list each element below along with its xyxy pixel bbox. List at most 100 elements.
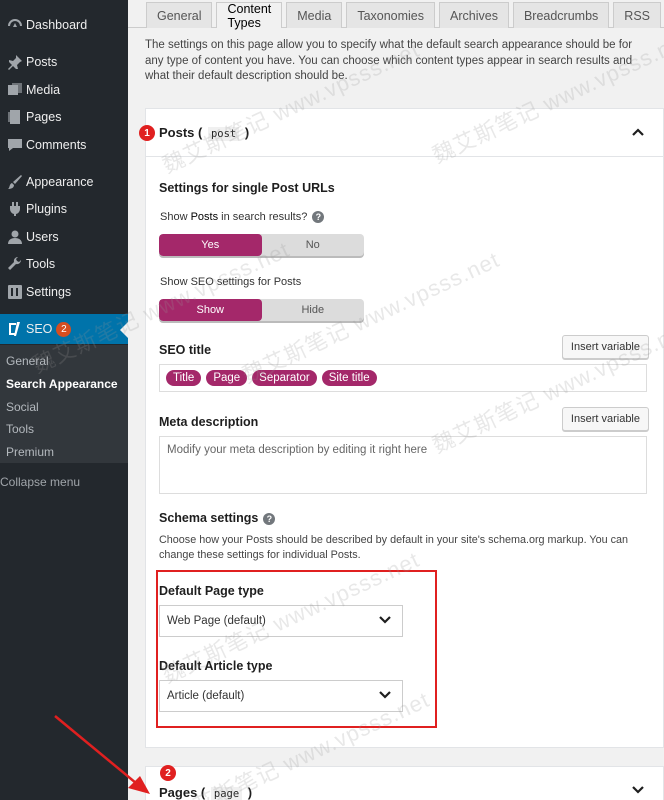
wrench-icon <box>0 256 26 272</box>
label-part: in search results? <box>218 211 308 223</box>
chevron-up-icon[interactable] <box>631 125 645 142</box>
intro-text: The settings on this page allow you to s… <box>145 39 633 82</box>
schema-settings-heading: Schema settings? <box>159 511 276 525</box>
show-in-results-toggle[interactable]: Yes No <box>159 234 364 256</box>
posts-panel-title: Posts ( post ) <box>159 125 250 141</box>
comment-icon <box>0 137 26 153</box>
pages-panel-title: Pages ( page ) <box>159 785 253 800</box>
post-type-slug: page <box>210 787 243 800</box>
tab-archives[interactable]: Archives <box>439 2 509 28</box>
submenu-tools[interactable]: Tools <box>6 422 34 436</box>
show-seo-settings-toggle[interactable]: Show Hide <box>159 299 364 321</box>
menu-label: Pages <box>26 110 62 124</box>
tab-taxonomies[interactable]: Taxonomies <box>346 2 436 28</box>
notification-badge: 2 <box>56 321 72 337</box>
posts-panel-header[interactable]: 1 Posts ( post ) <box>139 109 663 157</box>
annotation-marker-2: 2 <box>160 765 176 781</box>
schema-settings-label: Schema settings <box>159 511 259 525</box>
brush-icon <box>0 174 26 190</box>
annotation-marker-1: 1 <box>139 125 155 141</box>
menu-label: Settings <box>26 285 72 299</box>
select-value: Article (default) <box>167 690 245 702</box>
select-value: Web Page (default) <box>167 615 266 627</box>
tab-content-types[interactable]: Content Types <box>216 2 283 30</box>
menu-label: Comments <box>26 138 87 152</box>
collapse-menu-button[interactable]: Collapse menu <box>0 470 128 502</box>
tab-bar: General Content Types Media Taxonomies A… <box>146 2 664 30</box>
default-page-type-label: Default Page type <box>159 584 264 598</box>
menu-dashboard[interactable]: Dashboard <box>0 11 128 39</box>
seo-title-label: SEO title <box>159 343 212 357</box>
default-article-type-label: Default Article type <box>159 659 273 673</box>
tab-general[interactable]: General <box>146 2 213 28</box>
menu-tools[interactable]: Tools <box>0 250 128 278</box>
chevron-down-icon <box>378 613 392 630</box>
menu-pages[interactable]: Pages <box>0 103 128 131</box>
menu-posts[interactable]: Posts <box>0 48 128 76</box>
tab-breadcrumbs[interactable]: Breadcrumbs <box>512 2 610 28</box>
variable-pill[interactable]: Site title <box>321 370 377 386</box>
tab-media[interactable]: Media <box>286 2 343 28</box>
current-menu-arrow <box>120 322 128 338</box>
chevron-down-icon[interactable] <box>631 783 645 800</box>
menu-label: Dashboard <box>26 18 88 32</box>
insert-variable-button[interactable]: Insert variable <box>561 335 649 359</box>
menu-plugins[interactable]: Plugins <box>0 195 128 223</box>
tab-rss[interactable]: RSS <box>613 2 661 28</box>
posts-panel: 1 Posts ( post ) Settings for single Pos… <box>139 108 664 748</box>
menu-label: Posts <box>26 55 58 69</box>
submenu-general[interactable]: General <box>6 354 49 368</box>
main-content: General Content Types Media Taxonomies A… <box>128 0 664 800</box>
help-icon[interactable]: ? <box>263 512 276 525</box>
page-icon <box>0 109 26 125</box>
toggle-no[interactable]: No <box>262 234 365 256</box>
menu-label: Media <box>26 83 61 97</box>
collapse-label: Collapse menu <box>0 475 81 489</box>
post-type-slug: post <box>207 127 240 141</box>
schema-description: Choose how your Posts should be describe… <box>159 534 628 561</box>
submenu-search-appearance[interactable]: Search Appearance <box>6 377 118 391</box>
submenu-premium[interactable]: Premium <box>6 445 54 459</box>
yoast-icon <box>0 321 26 337</box>
menu-appearance[interactable]: Appearance <box>0 168 128 196</box>
meta-description-input[interactable]: Modify your meta description by editing … <box>159 436 647 494</box>
default-article-type-select[interactable]: Article (default) <box>159 680 403 712</box>
pin-icon <box>0 54 26 70</box>
plugin-icon <box>0 201 26 217</box>
panel-title-text: Posts <box>159 125 195 140</box>
menu-label: Appearance <box>26 175 94 189</box>
menu-users[interactable]: Users <box>0 223 128 251</box>
settings-icon <box>0 284 26 300</box>
toggle-hide[interactable]: Hide <box>262 299 365 321</box>
default-page-type-select[interactable]: Web Page (default) <box>159 605 403 637</box>
seo-submenu: General Search Appearance Social Tools P… <box>0 345 128 463</box>
menu-settings[interactable]: Settings <box>0 278 128 306</box>
submenu-social[interactable]: Social <box>6 400 39 414</box>
toggle-yes[interactable]: Yes <box>159 234 262 256</box>
menu-media[interactable]: Media <box>0 76 128 104</box>
dashboard-icon <box>0 17 26 33</box>
label-part: Posts <box>190 211 219 223</box>
pages-panel-header[interactable]: 2 Pages ( page ) <box>145 765 664 800</box>
panel-title-text: Pages <box>159 785 198 800</box>
insert-variable-button[interactable]: Insert variable <box>561 407 649 431</box>
media-icon <box>0 82 26 98</box>
toggle-show[interactable]: Show <box>159 299 262 321</box>
help-icon[interactable]: ? <box>312 211 325 224</box>
variable-pill[interactable]: Title <box>166 370 202 386</box>
show-seo-settings-label: Show SEO settings for Posts <box>160 276 302 288</box>
menu-label: SEO <box>26 322 53 336</box>
menu-comments[interactable]: Comments <box>0 131 128 159</box>
menu-seo[interactable]: SEO 2 <box>0 314 128 344</box>
chevron-down-icon <box>378 688 392 705</box>
user-icon <box>0 229 26 245</box>
single-url-settings-heading: Settings for single Post URLs <box>159 181 335 195</box>
meta-description-label: Meta description <box>159 415 259 429</box>
variable-pill[interactable]: Separator <box>252 370 317 386</box>
admin-sidebar: Dashboard Posts Media Pages Comments App… <box>0 0 128 800</box>
show-in-results-label: Show Posts in search results?? <box>160 211 325 224</box>
label-part: Show <box>160 211 191 223</box>
seo-title-input[interactable]: Title Page Separator Site title <box>159 364 647 392</box>
variable-pill[interactable]: Page <box>206 370 248 386</box>
menu-label: Plugins <box>26 202 67 216</box>
